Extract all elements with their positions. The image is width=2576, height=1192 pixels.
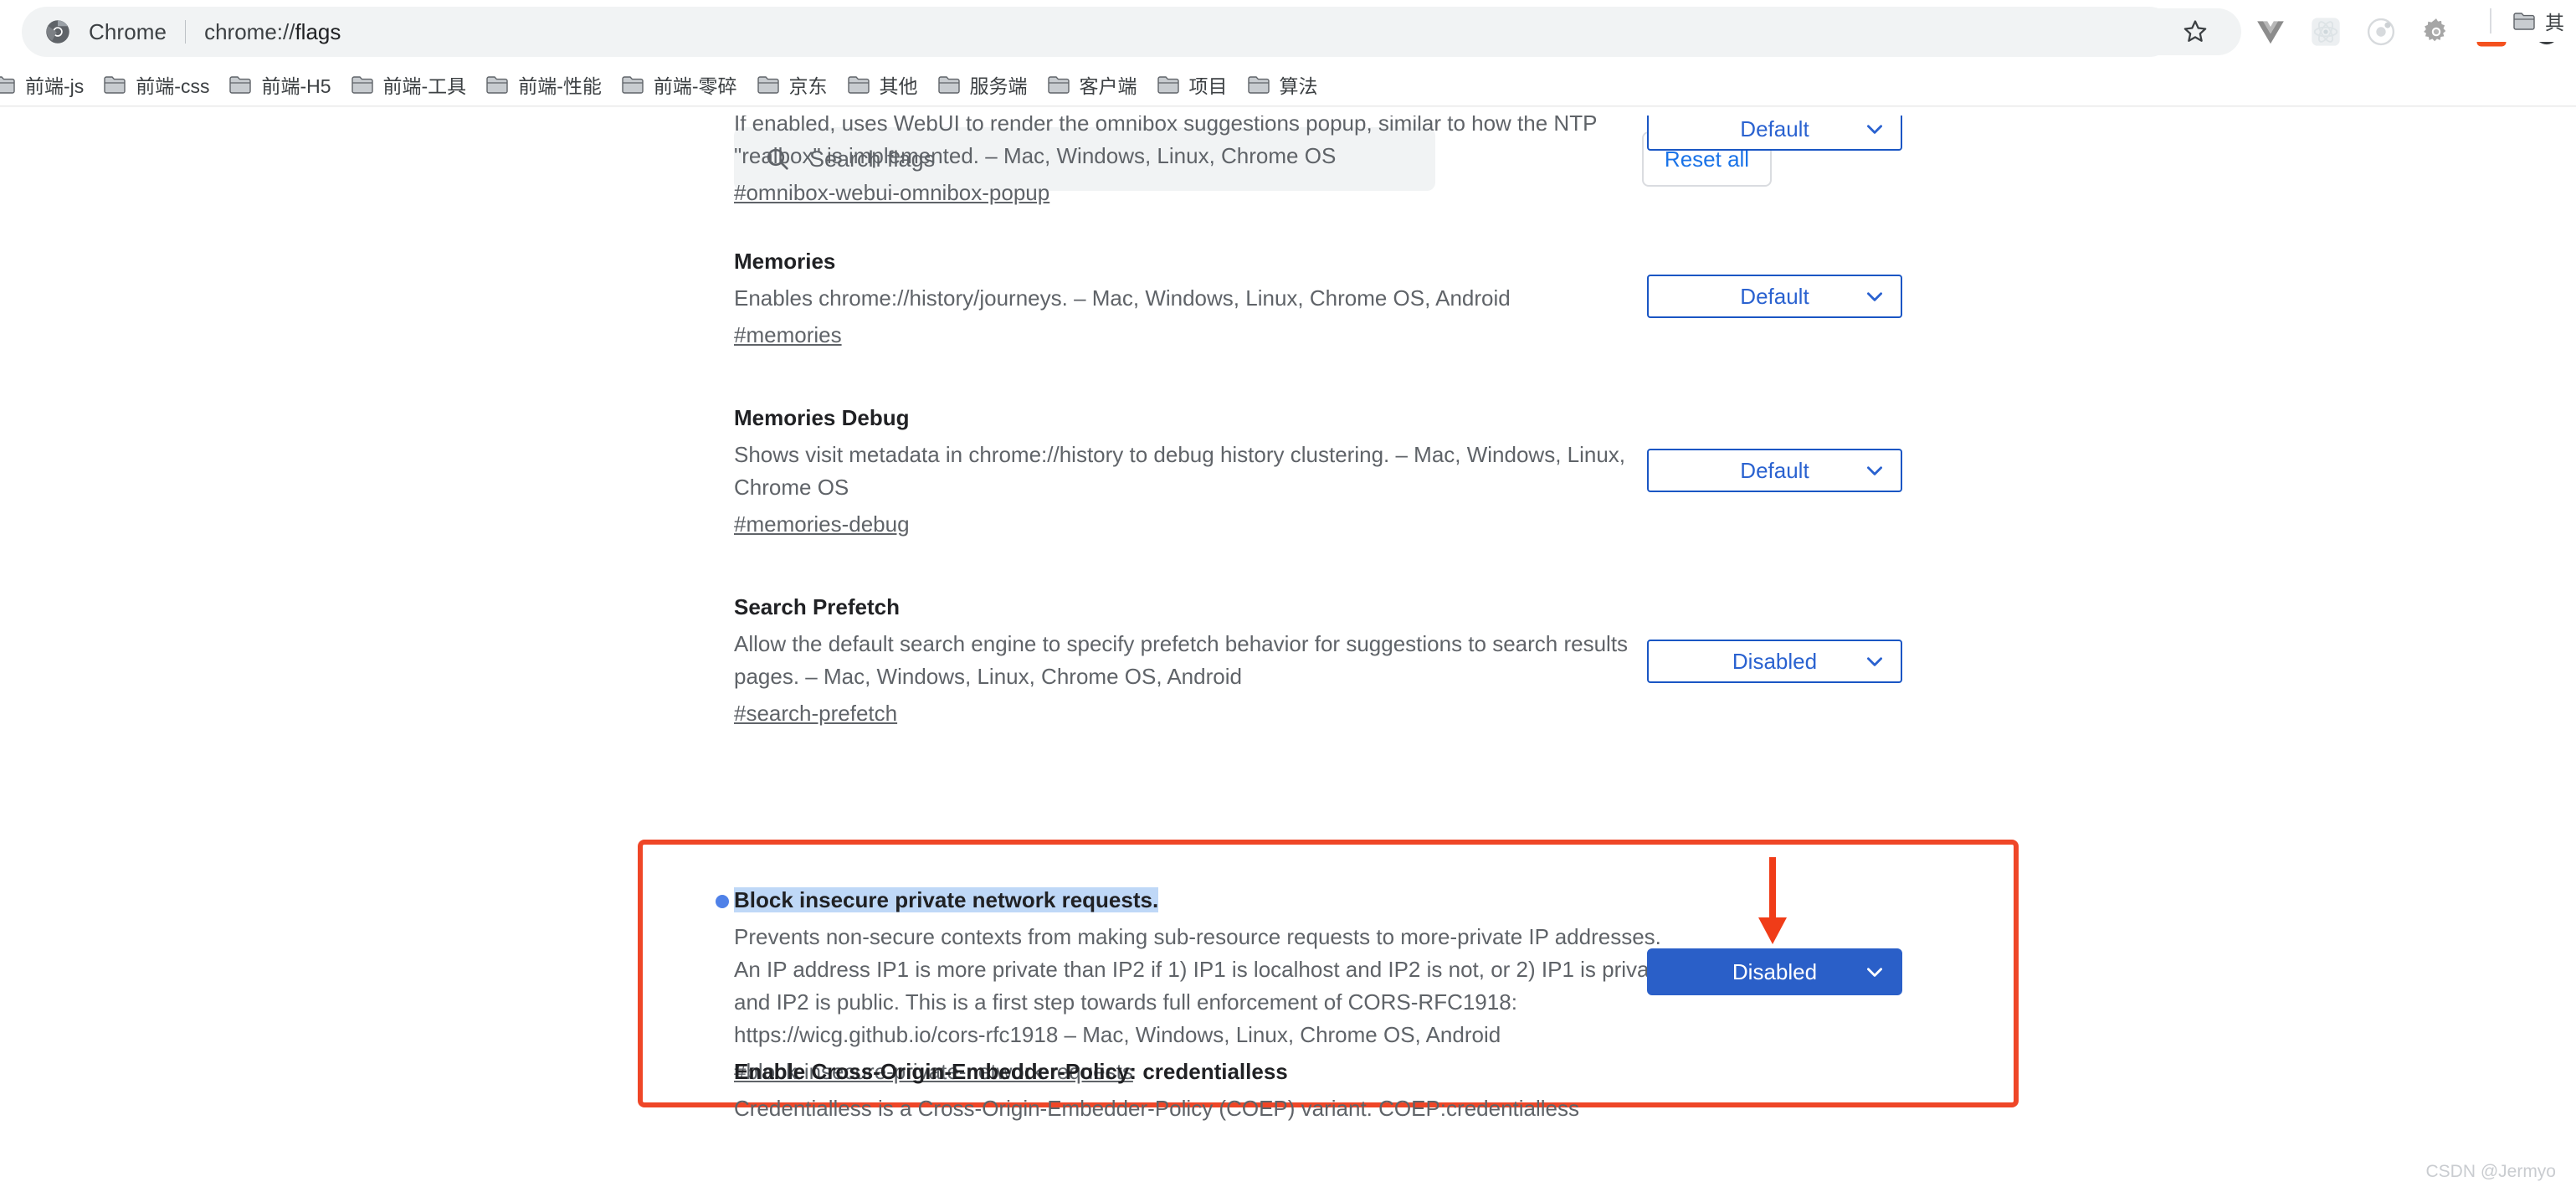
flag-entry: Search Prefetch Allow the default search … <box>734 591 1671 730</box>
react-devtools-icon[interactable] <box>2298 8 2353 55</box>
bookmark-folder-11[interactable]: 项目 <box>1149 65 1236 104</box>
flag-title: Memories <box>734 249 836 274</box>
flag-state-value: Disabled <box>1732 958 1818 984</box>
flag-entry: Memories Enables chrome://history/journey… <box>734 245 1671 352</box>
folder-icon <box>1247 76 1270 94</box>
bookmark-folder-overflow[interactable]: 其 <box>2505 2 2573 40</box>
flag-title-text: Block insecure private network requests. <box>734 887 1159 912</box>
bookmark-label: 京东 <box>788 75 828 97</box>
flag-description: If enabled, uses WebUI to render the omn… <box>734 110 1597 168</box>
flag-state-value: Default <box>1740 457 1809 483</box>
chevron-down-icon <box>1867 466 1882 475</box>
flag-anchor-link[interactable]: #search-prefetch <box>734 696 897 730</box>
bookmark-folder-7[interactable]: 京东 <box>749 65 836 104</box>
chevron-down-icon <box>1867 657 1882 666</box>
flag-state-select[interactable]: Disabled <box>1647 948 1902 995</box>
flag-entry: Enable Cross-Origin-Embedder-Policy: cre… <box>734 1056 1671 1125</box>
folder-icon <box>229 76 252 94</box>
bookmark-label: 前端-H5 <box>261 75 331 97</box>
bookmark-label: 前端-性能 <box>518 75 602 97</box>
bookmark-folder-4[interactable]: 前端-工具 <box>343 65 475 104</box>
csdn-watermark: CSDN @Jermyo <box>2425 1162 2556 1181</box>
content-clip-fade <box>0 107 2576 116</box>
flag-entry: If enabled, uses WebUI to render the omn… <box>734 107 1671 209</box>
flag-title: Search Prefetch <box>734 594 900 619</box>
flag-state-select[interactable]: Default <box>1647 449 1902 492</box>
bookmark-label: 项目 <box>1188 75 1228 97</box>
folder-icon <box>0 76 15 94</box>
flag-title: Block insecure private network requests. <box>716 884 1671 916</box>
omnibox-url-path: flags <box>295 18 341 44</box>
bookmark-folder-10[interactable]: 客户端 <box>1039 65 1146 104</box>
bookmarks-divider <box>2490 8 2491 33</box>
omnibox-url[interactable]: chrome://flags <box>204 19 341 45</box>
chevron-down-icon <box>1867 125 1882 134</box>
bookmark-folder-12[interactable]: 算法 <box>1239 65 1326 104</box>
bookmark-label: 算法 <box>1279 75 1318 97</box>
folder-icon <box>937 76 960 94</box>
bookmark-folder-6[interactable]: 前端-零碎 <box>613 65 746 104</box>
flag-description: Allow the default search engine to speci… <box>734 631 1629 689</box>
bookmark-folder-5[interactable]: 前端-性能 <box>478 65 610 104</box>
flag-anchor-link[interactable]: #memories-debug <box>734 507 910 541</box>
browser-toolbar: Chrome chrome://flags <box>0 0 2576 64</box>
gear-extension-icon[interactable] <box>2409 8 2464 55</box>
flag-state-select[interactable]: Disabled <box>1647 640 1902 683</box>
flag-state-value: Default <box>1740 116 1809 141</box>
flag-description: Shows visit metadata in chrome://history… <box>734 442 1626 500</box>
flag-anchor-link[interactable]: #omnibox-webui-omnibox-popup <box>734 176 1049 209</box>
bookmark-label: 前端-零碎 <box>653 75 737 97</box>
bookmark-folder-3[interactable]: 前端-H5 <box>221 65 339 104</box>
bookmarks-overflow[interactable]: 其 <box>2471 0 2576 42</box>
bookmark-label: 客户端 <box>1079 75 1137 97</box>
bookmarks-bar: 前端-js 前端-css 前端-H5 前端-工具 前端-性能 前端-零碎 京东 其他 服务端 客户… <box>0 64 2576 105</box>
folder-icon <box>486 76 508 94</box>
bookmark-label: 其 <box>2545 12 2564 33</box>
flag-entry: Memories Debug Shows visit metadata in ch… <box>734 402 1671 541</box>
flag-description: Credentialless is a Cross-Origin-Embedde… <box>734 1096 1580 1121</box>
flag-title: Enable Cross-Origin-Embedder-Policy: cre… <box>734 1059 1288 1084</box>
bookmark-star-button[interactable] <box>2149 8 2241 55</box>
bookmark-label: 前端-工具 <box>382 75 467 97</box>
folder-icon <box>1157 76 1179 94</box>
omnibox-app-name: Chrome <box>89 18 167 44</box>
bookmark-label: 前端-css <box>136 75 210 97</box>
omnibox-url-scheme: chrome:// <box>204 18 295 44</box>
flag-description: Enables chrome://history/journeys. – Mac… <box>734 285 1511 311</box>
folder-icon <box>757 76 779 94</box>
omnibox-separator <box>185 20 187 44</box>
flag-marker-dot <box>716 895 729 908</box>
folder-icon <box>351 76 373 94</box>
chrome-logo-icon <box>46 20 69 44</box>
flags-page: Search flags Reset all If enabled, uses … <box>0 107 2576 1192</box>
bookmark-label: 前端-js <box>25 75 85 97</box>
flag-title: Memories Debug <box>734 405 910 430</box>
flag-state-select[interactable]: Default <box>1647 275 1902 318</box>
ionic-devtools-icon[interactable] <box>2353 8 2409 55</box>
red-pointer-arrow <box>1758 857 1787 944</box>
folder-icon <box>2513 13 2535 30</box>
chevron-down-icon <box>1867 292 1882 301</box>
bookmark-label: 服务端 <box>969 75 1028 97</box>
flag-state-value: Default <box>1740 283 1809 309</box>
folder-icon <box>847 76 870 94</box>
folder-icon <box>104 76 126 94</box>
bookmark-folder-2[interactable]: 前端-css <box>95 65 218 104</box>
chevron-down-icon <box>1867 968 1882 977</box>
bookmark-folder-1[interactable]: 前端-js <box>0 65 92 104</box>
omnibox[interactable]: Chrome chrome://flags <box>22 7 2174 57</box>
flag-state-value: Disabled <box>1732 648 1818 674</box>
folder-icon <box>622 76 644 94</box>
vue-devtools-icon[interactable] <box>2243 8 2298 55</box>
flag-description: Prevents non-secure contexts from making… <box>734 924 1668 1047</box>
bookmark-folder-8[interactable]: 其他 <box>839 65 926 104</box>
bookmark-folder-9[interactable]: 服务端 <box>930 65 1036 104</box>
flag-anchor-link[interactable]: #memories <box>734 318 842 352</box>
folder-icon <box>1047 76 1070 94</box>
bookmark-star-icon <box>2183 20 2207 42</box>
bookmark-label: 其他 <box>879 75 918 97</box>
